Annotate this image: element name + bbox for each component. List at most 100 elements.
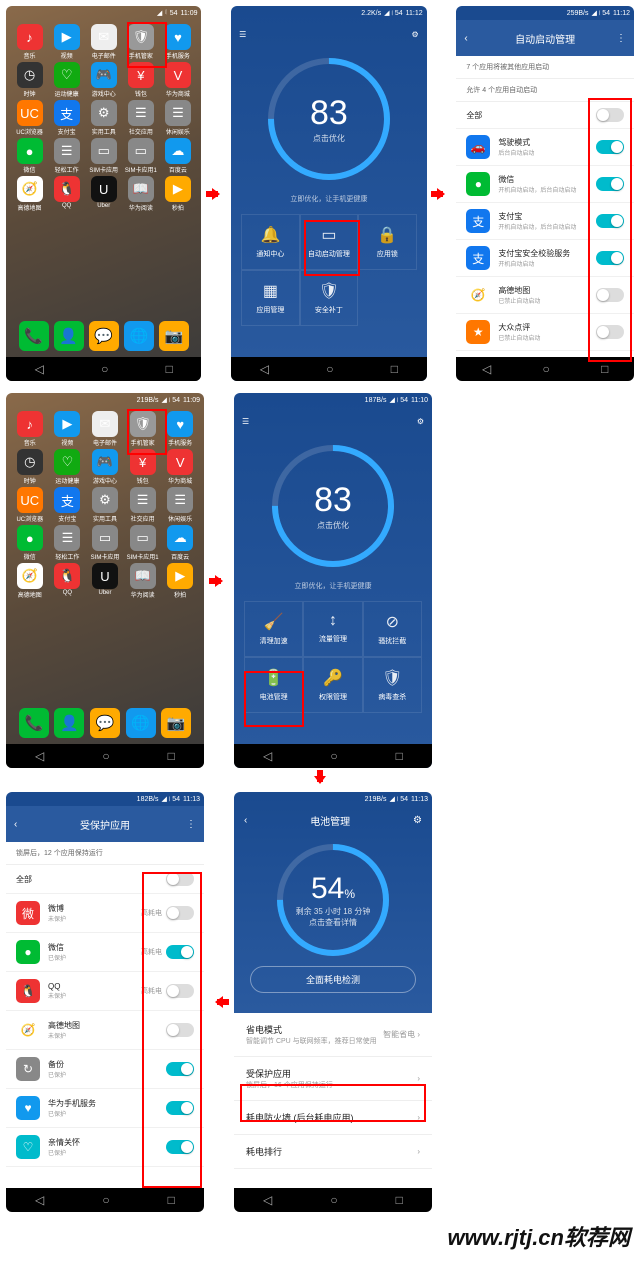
- app-高德地图[interactable]: 🧭高德地图: [12, 563, 48, 599]
- dock-icon[interactable]: 👤: [54, 321, 84, 351]
- app-icon: ●: [17, 525, 43, 551]
- app-label: 高德地图: [18, 590, 42, 599]
- more-icon[interactable]: ⋮: [616, 33, 626, 44]
- app-SIM卡应用[interactable]: ▭SIM卡应用: [87, 525, 123, 561]
- detect-button[interactable]: 全面耗电检测: [250, 966, 416, 993]
- menu-安全补丁[interactable]: 🛡安全补丁: [300, 270, 359, 326]
- back-icon[interactable]: ◁: [35, 362, 44, 376]
- item-subtitle: 已禁止自动启动: [498, 296, 596, 305]
- app-华为阅读[interactable]: 📖华为阅读: [125, 563, 161, 599]
- gear-icon[interactable]: ⚙: [413, 815, 422, 826]
- app-游戏中心[interactable]: 🎮游戏中心: [87, 449, 123, 485]
- recent-icon[interactable]: □: [166, 362, 173, 376]
- gear-icon[interactable]: ⚙: [417, 417, 424, 426]
- item-subtitle: 开机自动启动，后台自动启动: [498, 222, 596, 231]
- menu-权限管理[interactable]: 🔑权限管理: [303, 657, 362, 713]
- app-icon: ▶: [165, 176, 191, 202]
- menu-通知中心[interactable]: 🔔通知中心: [241, 214, 299, 270]
- app-秒拍[interactable]: ▶秒拍: [160, 176, 195, 212]
- app-秒拍[interactable]: ▶秒拍: [162, 563, 198, 599]
- app-音乐[interactable]: ♪音乐: [12, 24, 47, 60]
- app-休闲娱乐[interactable]: ☰休闲娱乐: [160, 100, 195, 136]
- list-item[interactable]: 耗电排行›: [234, 1135, 432, 1169]
- app-icon: ✉: [91, 24, 117, 50]
- app-label: 视频: [61, 51, 73, 60]
- menu-清理加速[interactable]: 🧹清理加速: [244, 601, 303, 657]
- menu-病毒查杀[interactable]: 🛡病毒查杀: [363, 657, 422, 713]
- dock-icon[interactable]: 👤: [54, 708, 84, 738]
- app-休闲娱乐[interactable]: ☰休闲娱乐: [162, 487, 198, 523]
- app-icon: ♡: [16, 1135, 40, 1159]
- app-QQ[interactable]: 🐧QQ: [50, 563, 86, 599]
- app-电子邮件[interactable]: ✉电子邮件: [87, 411, 123, 447]
- app-SIM卡应用[interactable]: ▭SIM卡应用: [86, 138, 121, 174]
- app-Uber[interactable]: UUber: [86, 176, 121, 212]
- menu-骚扰拦截[interactable]: ⊘骚扰拦截: [363, 601, 422, 657]
- dock-icon[interactable]: 📷: [159, 321, 189, 351]
- app-时钟[interactable]: ◷时钟: [12, 62, 47, 98]
- back-icon[interactable]: ‹: [14, 819, 17, 830]
- app-icon: ♪: [17, 24, 43, 50]
- app-微信[interactable]: ●微信: [12, 138, 47, 174]
- highlight-manager-app: [127, 409, 167, 455]
- app-视频[interactable]: ▶视频: [50, 411, 86, 447]
- app-QQ[interactable]: 🐧QQ: [49, 176, 84, 212]
- app-UC浏览器[interactable]: UCUC浏览器: [12, 100, 47, 136]
- score-dial[interactable]: 83点击优化: [268, 58, 390, 180]
- app-华为阅读[interactable]: 📖华为阅读: [123, 176, 158, 212]
- app-视频[interactable]: ▶视频: [49, 24, 84, 60]
- app-华为商城[interactable]: V华为商城: [162, 449, 198, 485]
- item-title: QQ: [48, 982, 141, 991]
- app-Uber[interactable]: UUber: [87, 563, 123, 599]
- dock-icon[interactable]: 🌐: [126, 708, 156, 738]
- signal-icon: ◢ ⧙ 54: [384, 9, 403, 18]
- list-item[interactable]: 省电模式智能调节 CPU 与联网频率，推荐日常使用智能省电 ›: [234, 1013, 432, 1057]
- app-手机服务[interactable]: ♥手机服务: [162, 411, 198, 447]
- app-SIM卡应用1[interactable]: ▭SIM卡应用1: [125, 525, 161, 561]
- app-运动健康[interactable]: ♡运动健康: [49, 62, 84, 98]
- app-游戏中心[interactable]: 🎮游戏中心: [86, 62, 121, 98]
- menu-label: 病毒查杀: [378, 692, 406, 702]
- app-实用工具[interactable]: ⚙实用工具: [87, 487, 123, 523]
- app-轻松工作[interactable]: ☰轻松工作: [49, 138, 84, 174]
- menu-应用管理[interactable]: ▦应用管理: [241, 270, 299, 326]
- dock-icon[interactable]: 📷: [161, 708, 191, 738]
- dock-icon[interactable]: 🌐: [124, 321, 154, 351]
- more-icon[interactable]: ⋮: [186, 819, 196, 830]
- score-dial[interactable]: 83点击优化: [272, 445, 394, 567]
- app-时钟[interactable]: ◷时钟: [12, 449, 48, 485]
- app-UC浏览器[interactable]: UCUC浏览器: [12, 487, 48, 523]
- app-社交应用[interactable]: ☰社交应用: [125, 487, 161, 523]
- app-百度云[interactable]: ☁百度云: [160, 138, 195, 174]
- back-icon[interactable]: ‹: [464, 33, 467, 44]
- app-社交应用[interactable]: ☰社交应用: [123, 100, 158, 136]
- app-电子邮件[interactable]: ✉电子邮件: [86, 24, 121, 60]
- home-icon[interactable]: ○: [101, 362, 108, 376]
- app-支付宝[interactable]: 支支付宝: [50, 487, 86, 523]
- dock-icon[interactable]: 💬: [89, 321, 119, 351]
- app-实用工具[interactable]: ⚙实用工具: [86, 100, 121, 136]
- app-微信[interactable]: ●微信: [12, 525, 48, 561]
- app-运动健康[interactable]: ♡运动健康: [50, 449, 86, 485]
- menu-应用锁[interactable]: 🔒应用锁: [358, 214, 417, 270]
- app-支付宝[interactable]: 支支付宝: [49, 100, 84, 136]
- app-label: 轻松工作: [55, 552, 79, 561]
- dock-icon[interactable]: 💬: [90, 708, 120, 738]
- app-label: 实用工具: [93, 514, 117, 523]
- gear-icon[interactable]: ⚙: [411, 30, 418, 39]
- menu-icon[interactable]: ☰: [239, 30, 246, 39]
- app-SIM卡应用1[interactable]: ▭SIM卡应用1: [123, 138, 158, 174]
- highlight-battery: [244, 671, 304, 727]
- battery-dial[interactable]: 54%剩余 35 小时 18 分钟点击查看详情: [277, 844, 389, 956]
- menu-流量管理[interactable]: ↕流量管理: [303, 601, 362, 657]
- menu-icon[interactable]: ☰: [242, 417, 249, 426]
- dock-icon[interactable]: 📞: [19, 321, 49, 351]
- app-轻松工作[interactable]: ☰轻松工作: [50, 525, 86, 561]
- app-百度云[interactable]: ☁百度云: [162, 525, 198, 561]
- item-title: 支付宝: [498, 211, 596, 222]
- dock-icon[interactable]: 📞: [19, 708, 49, 738]
- app-高德地图[interactable]: 🧭高德地图: [12, 176, 47, 212]
- app-音乐[interactable]: ♪音乐: [12, 411, 48, 447]
- app-icon: 🐧: [16, 979, 40, 1003]
- item-title: 受保护应用: [246, 1067, 417, 1080]
